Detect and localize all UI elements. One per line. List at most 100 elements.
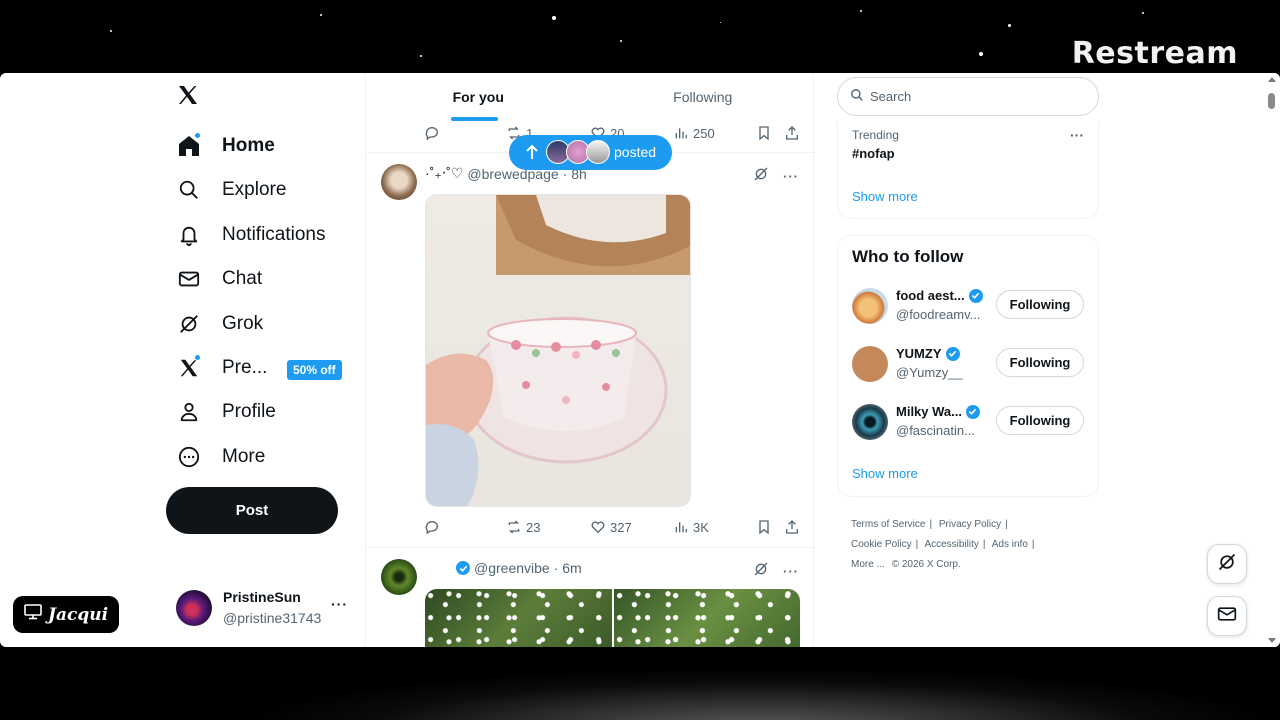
share-button[interactable] — [784, 125, 800, 141]
grok-icon[interactable] — [753, 561, 769, 582]
scroll-up-arrow-icon[interactable] — [1268, 77, 1276, 82]
footer-link[interactable]: Accessibility — [924, 539, 978, 550]
grok-icon — [1217, 552, 1237, 577]
x-premium-icon — [176, 354, 202, 381]
reply-button[interactable] — [424, 519, 440, 535]
following-button[interactable]: Following — [996, 290, 1084, 319]
nav-profile[interactable]: Profile — [176, 392, 276, 432]
footer-link[interactable]: Terms of Service — [851, 519, 925, 530]
divider — [366, 547, 815, 548]
nav-label: Notifications — [222, 224, 326, 245]
new-posts-pill[interactable]: posted — [509, 135, 672, 170]
browser-window: Home Explore Notifications Chat Grok Pre… — [0, 73, 1280, 647]
views-icon — [675, 128, 687, 139]
grok-icon — [176, 311, 202, 337]
x-logo-icon[interactable] — [176, 83, 204, 111]
who-to-follow-show-more[interactable]: Show more — [852, 466, 918, 481]
ellipsis-icon[interactable]: ··· — [331, 596, 348, 612]
suggestion-handle: @foodreamv... — [896, 307, 981, 322]
avatar — [586, 140, 610, 164]
tweet-actions: 23 327 3K — [424, 517, 804, 537]
follow-suggestion[interactable]: Milky Wa... @fascinatin... Following — [852, 402, 1086, 442]
nav-home[interactable]: Home — [176, 126, 275, 166]
bookmark-button[interactable] — [756, 519, 772, 535]
bookmark-icon — [759, 126, 769, 141]
trend-label: Trending — [852, 128, 899, 142]
nav-more[interactable]: More — [176, 437, 265, 477]
suggestion-handle: @fascinatin... — [896, 423, 975, 438]
following-button[interactable]: Following — [996, 348, 1084, 377]
scroll-thumb[interactable] — [1268, 93, 1275, 109]
repost-icon — [508, 520, 520, 534]
avatar[interactable] — [381, 164, 417, 200]
tweet-image-grid[interactable] — [425, 589, 800, 647]
timeline: For you Following 1 20 250 ·˚₊‧˚♡ @brewe… — [365, 73, 816, 647]
like-button[interactable]: 327 — [590, 519, 632, 535]
ellipsis-icon[interactable]: ··· — [1070, 127, 1084, 143]
suggestion-name: YUMZY — [896, 346, 960, 361]
follow-suggestion[interactable]: YUMZY @Yumzy__ Following — [852, 344, 1086, 384]
footer-link[interactable]: Cookie Policy — [851, 539, 912, 550]
nav-label: Profile — [222, 401, 276, 422]
tweet-time[interactable]: · 6m — [554, 560, 582, 576]
trending-show-more[interactable]: Show more — [852, 189, 918, 204]
like-count: 327 — [610, 519, 632, 535]
ellipsis-icon[interactable]: ··· — [783, 564, 799, 579]
ellipsis-icon[interactable]: ··· — [783, 169, 799, 184]
trending-box: Trending #nofap ··· Show more — [837, 121, 1099, 219]
footer-link[interactable]: Privacy Policy — [939, 519, 1001, 530]
tweet-tools: ··· — [753, 561, 799, 582]
nav-premium[interactable]: Pre... — [176, 348, 267, 388]
views-icon — [675, 522, 687, 533]
views-button[interactable]: 3K — [673, 519, 709, 535]
verified-badge-icon — [456, 561, 470, 575]
follow-suggestion[interactable]: food aest... @foodreamv... Following — [852, 286, 1086, 326]
views-button[interactable]: 250 — [673, 125, 715, 141]
tweet-image[interactable] — [613, 589, 800, 647]
grok-icon[interactable] — [753, 166, 769, 187]
jacqui-overlay-badge: Jacqui — [13, 596, 119, 633]
bookmark-button[interactable] — [756, 125, 772, 141]
posted-label: posted — [614, 144, 657, 160]
avatar — [852, 346, 888, 382]
reply-icon — [425, 521, 439, 535]
tweet-author-name[interactable]: ·˚₊‧˚♡ — [425, 165, 463, 182]
nav-label: Chat — [222, 268, 263, 289]
nav-chat[interactable]: Chat — [176, 259, 262, 299]
tab-for-you[interactable]: For you — [366, 73, 591, 121]
nav-notifications[interactable]: Notifications — [176, 215, 326, 255]
reply-button[interactable] — [424, 125, 440, 141]
tab-following[interactable]: Following — [591, 73, 816, 121]
search-input[interactable]: Search — [837, 77, 1099, 116]
share-icon — [786, 126, 798, 140]
tweet-image[interactable] — [425, 589, 612, 647]
post-button[interactable]: Post — [166, 487, 338, 534]
nav-grok[interactable]: Grok — [176, 304, 263, 344]
footer-link[interactable]: Ads info — [992, 539, 1028, 550]
share-icon — [786, 520, 798, 534]
verified-badge-icon — [968, 288, 983, 303]
repost-button[interactable]: 23 — [506, 519, 540, 535]
tweet-image[interactable] — [425, 194, 691, 507]
home-icon — [176, 132, 202, 159]
nav-label: More — [222, 446, 266, 467]
tweet-handle[interactable]: @greenvibe — [474, 560, 550, 576]
account-switcher[interactable]: PristineSun @pristine31743 ··· — [176, 588, 356, 628]
grok-floating-button[interactable] — [1207, 544, 1247, 584]
footer-link[interactable]: More ... — [851, 559, 885, 570]
nav-label: Grok — [222, 313, 264, 334]
avatar[interactable] — [381, 559, 417, 595]
envelope-icon — [1216, 604, 1238, 629]
nav-label: Home — [222, 135, 275, 156]
nav-explore[interactable]: Explore — [176, 170, 286, 210]
messages-floating-button[interactable] — [1207, 596, 1247, 636]
following-button[interactable]: Following — [996, 406, 1084, 435]
trend-tag[interactable]: #nofap — [852, 146, 895, 161]
search-icon — [850, 88, 864, 105]
monitor-icon — [24, 604, 42, 625]
page-scrollbar[interactable] — [1264, 73, 1280, 647]
view-count: 3K — [693, 519, 709, 535]
share-button[interactable] — [784, 519, 800, 535]
nav-label: Explore — [222, 179, 287, 200]
scroll-down-arrow-icon[interactable] — [1268, 638, 1276, 643]
